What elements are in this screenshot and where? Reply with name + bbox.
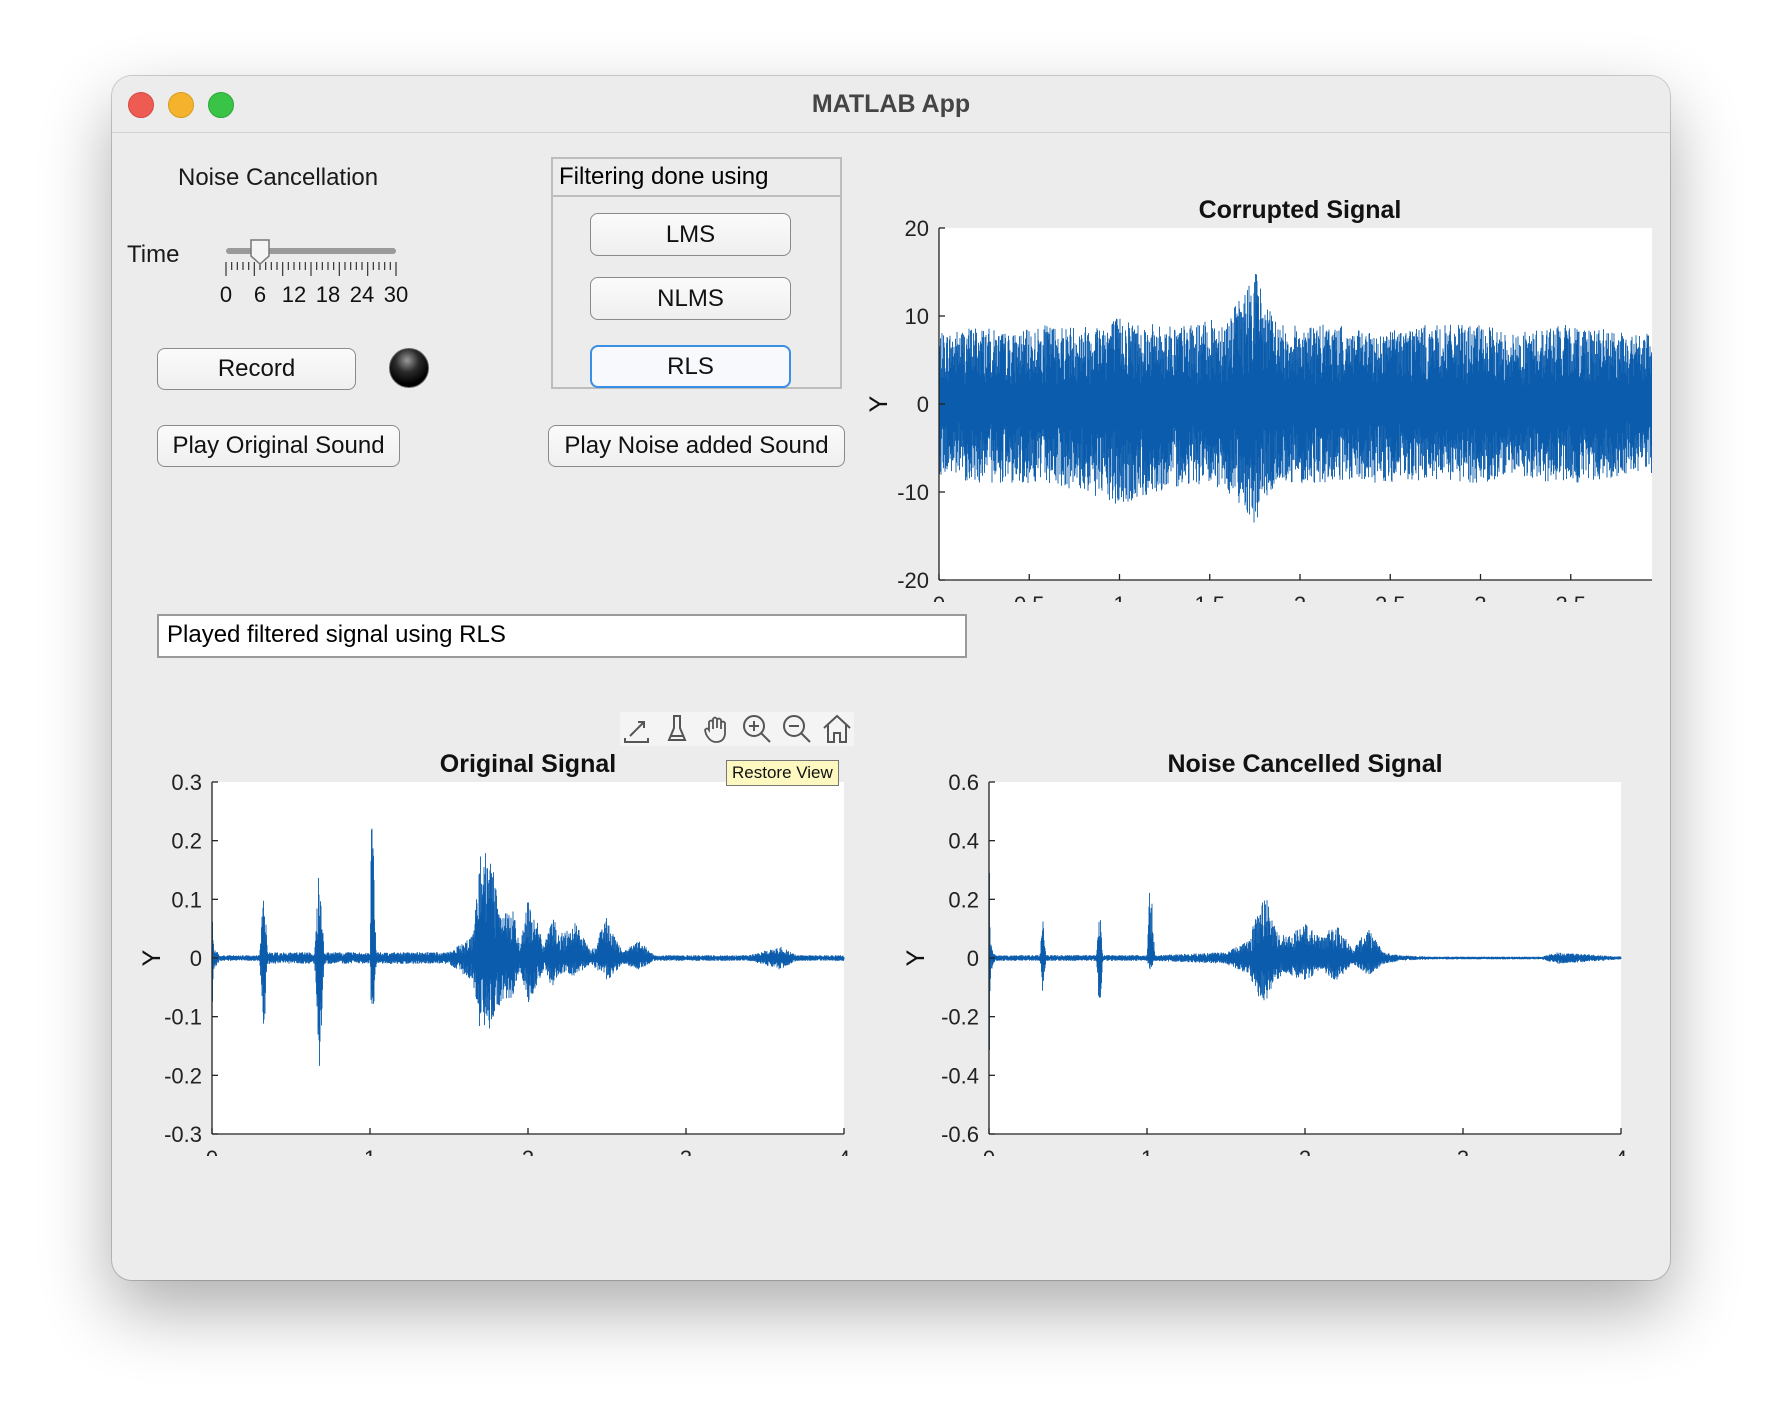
filter-panel-title: Filtering done using [553,159,840,197]
lms-button[interactable]: LMS [590,213,791,256]
y-tick-label: 0.4 [948,829,979,854]
y-tick-label: 10 [905,304,929,329]
slider-tick-label: 30 [384,282,408,307]
app-window: MATLAB App Noise Cancellation Time 0 6 12 1… [112,76,1670,1280]
y-axis-label: Y [902,949,930,966]
export-icon[interactable] [620,712,654,746]
y-tick-label: 0.2 [171,829,202,854]
play-noise-added-sound-button[interactable]: Play Noise added Sound [548,425,845,467]
y-tick-label: -0.2 [941,1005,979,1030]
y-tick-label: -20 [897,568,929,593]
x-tick-label: 3 [1474,592,1486,602]
x-tick-label: 2 [1299,1146,1311,1156]
y-tick-label: 0.2 [948,887,979,912]
y-tick-label: -0.2 [164,1063,202,1088]
x-tick-label: 0.5 [1014,592,1045,602]
time-slider[interactable]: 0 6 12 18 24 30 [212,236,422,326]
y-tick-label: 0 [967,946,979,971]
x-tick-label: 3 [680,1146,692,1156]
y-tick-label: 0 [190,946,202,971]
rls-button[interactable]: RLS [590,345,791,388]
pan-icon[interactable] [700,712,734,746]
restore-view-tooltip: Restore View [726,760,839,786]
time-label: Time [127,241,180,268]
y-axis-label: Y [138,949,166,966]
y-axis-label: Y [865,395,893,412]
x-tick-label: 1 [1113,592,1125,602]
chart-title: Noise Cancelled Signal [1167,750,1442,778]
corrupted-signal-chart[interactable]: 00.511.522.533.5420100-10-20Corrupted Si… [842,132,1652,602]
x-tick-label: 0 [206,1146,218,1156]
window-title: MATLAB App [811,90,971,118]
home-icon[interactable] [820,712,854,746]
x-tick-label: 4 [1615,1146,1627,1156]
y-tick-label: 0.1 [171,887,202,912]
title-bar: MATLAB App [112,76,1670,133]
chart-title: Corrupted Signal [1199,196,1402,224]
axes-toolbar [620,712,854,746]
x-tick-label: 1 [1141,1146,1153,1156]
y-tick-label: -0.4 [941,1063,979,1088]
x-tick-label: 0 [933,592,945,602]
y-tick-label: 0.6 [948,770,979,795]
noise-cancelled-signal-chart[interactable]: 0 1 2 3 4 0.6 0.4 0.2 0 -0.2 -0.4 -0.6 Noise Cancell… [872,696,1662,1156]
slider-thumb[interactable] [250,239,270,266]
slider-tick-label: 24 [350,282,374,307]
nlms-button[interactable]: NLMS [590,277,791,320]
x-tick-label: 2.5 [1375,592,1406,602]
x-tick-label: 3.5 [1555,592,1586,602]
y-tick-label: 0.3 [171,770,202,795]
brush-icon[interactable] [660,712,694,746]
x-tick-label: 1 [364,1146,376,1156]
record-lamp [389,348,429,388]
x-tick-label: 4 [838,1146,850,1156]
status-field[interactable]: Played filtered signal using RLS [157,614,967,658]
zoom-in-icon[interactable] [740,712,774,746]
x-tick-label: 0 [983,1146,995,1156]
x-tick-label: 2 [522,1146,534,1156]
x-tick-label: 2 [1294,592,1306,602]
zoom-out-icon[interactable] [780,712,814,746]
slider-tick-label: 6 [254,282,266,307]
y-tick-label: -0.3 [164,1122,202,1147]
y-tick-label: 20 [905,216,929,241]
chart-title: Original Signal [440,750,616,778]
y-tick-label: -0.1 [164,1005,202,1030]
slider-tick-label: 12 [282,282,306,307]
x-tick-label: 1.5 [1194,592,1225,602]
y-tick-label: -10 [897,480,929,505]
y-tick-label: -0.6 [941,1122,979,1147]
record-button[interactable]: Record [157,348,356,390]
slider-tick-label: 0 [220,282,232,307]
y-tick-label: 0 [917,392,929,417]
play-original-sound-button[interactable]: Play Original Sound [157,425,400,467]
slider-tick-label: 18 [316,282,340,307]
x-tick-label: 3 [1457,1146,1469,1156]
noise-cancellation-label: Noise Cancellation [178,164,379,191]
